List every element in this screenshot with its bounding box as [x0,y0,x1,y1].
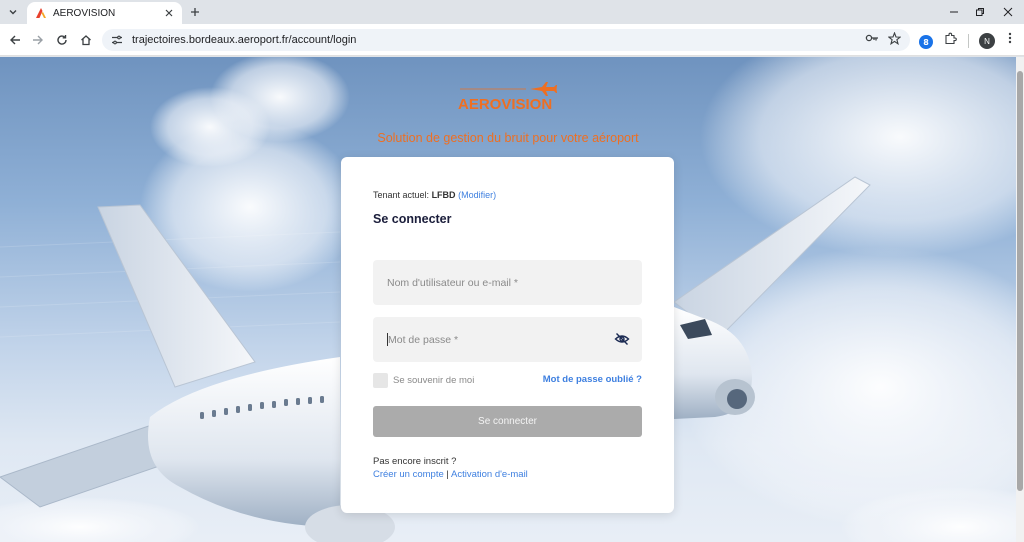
arrow-left-icon [10,35,20,45]
close-icon [165,9,173,17]
toolbar-divider [968,34,969,48]
email-activation-link[interactable]: Activation d'e-mail [451,469,528,480]
remember-me[interactable]: Se souvenir de moi [373,373,474,388]
arrow-right-icon [33,35,43,45]
page-scrollbar[interactable] [1016,57,1024,542]
forgot-password-link[interactable]: Mot de passe oublié ? [543,374,642,385]
username-input[interactable] [387,276,587,289]
tenant-label: Tenant actuel: [373,190,430,200]
scrollbar-thumb[interactable] [1017,71,1023,491]
home-icon [81,35,91,46]
extensions-button[interactable] [940,28,960,48]
login-heading: Se connecter [373,212,452,226]
home-button[interactable] [77,31,95,49]
back-button[interactable] [6,31,24,49]
tab-strip: AEROVISION [0,0,1024,24]
reload-button[interactable] [53,31,71,49]
minimize-icon [950,11,958,13]
username-field[interactable] [373,260,642,305]
browser-toolbar: trajectoires.bordeaux.aeroport.fr/accoun… [0,24,1024,56]
browser-tab[interactable]: AEROVISION [27,2,182,24]
close-window-button[interactable] [998,2,1018,22]
aerovision-logo: AEROVISION [458,82,557,111]
bookmark-button[interactable] [884,28,904,48]
tenant-code: LFBD [431,190,456,200]
more-vert-icon [1008,32,1012,44]
password-field[interactable] [373,317,642,362]
remember-me-label: Se souvenir de moi [393,375,475,386]
remember-me-checkbox[interactable] [373,373,388,388]
password-input[interactable] [388,333,588,346]
tenant-close-paren: ) [493,190,497,200]
key-icon [865,34,878,42]
modify-tenant-link[interactable]: Modifier [461,190,493,200]
address-bar[interactable]: trajectoires.bordeaux.aeroport.fr/accoun… [102,29,910,51]
airplane-icon [530,82,557,96]
page-viewport: AEROVISION Solution de gestion du bruit … [0,57,1016,542]
puzzle-icon [944,32,957,44]
current-tenant: Tenant actuel: LFBD (Modifier) [373,190,496,200]
chevron-down-icon [9,10,17,15]
tab-title: AEROVISION [53,7,116,19]
signup-section: Pas encore inscrit ? Créer un compte | A… [373,455,528,481]
login-button[interactable]: Se connecter [373,406,642,437]
tab-search-button[interactable] [4,3,22,21]
star-icon [887,31,901,45]
new-tab-button[interactable] [186,3,204,21]
site-settings-icon[interactable] [110,33,124,47]
close-icon [1003,7,1013,17]
restore-icon [976,8,984,16]
logo-text: AEROVISION [458,96,552,111]
plus-icon [191,8,199,16]
forward-button[interactable] [29,31,47,49]
create-account-link[interactable]: Créer un compte [373,469,444,480]
login-card: Tenant actuel: LFBD (Modifier) Se connec… [341,157,674,513]
profile-avatar[interactable]: N [979,33,995,49]
link-separator: | [446,469,449,480]
not-registered-text: Pas encore inscrit ? [373,456,457,467]
restore-button[interactable] [970,2,990,22]
aerovision-logo-icon [35,7,47,19]
tab-close-button[interactable] [162,6,176,20]
extension-icon[interactable]: 8 [919,35,933,49]
url-text: trajectoires.bordeaux.aeroport.fr/accoun… [132,34,357,46]
browser-menu-button[interactable] [1000,28,1020,48]
password-manager-button[interactable] [862,28,882,48]
minimize-button[interactable] [944,2,964,22]
tagline: Solution de gestion du bruit pour votre … [377,131,639,145]
reload-icon [57,35,67,45]
eye-slash-icon[interactable] [614,331,630,347]
